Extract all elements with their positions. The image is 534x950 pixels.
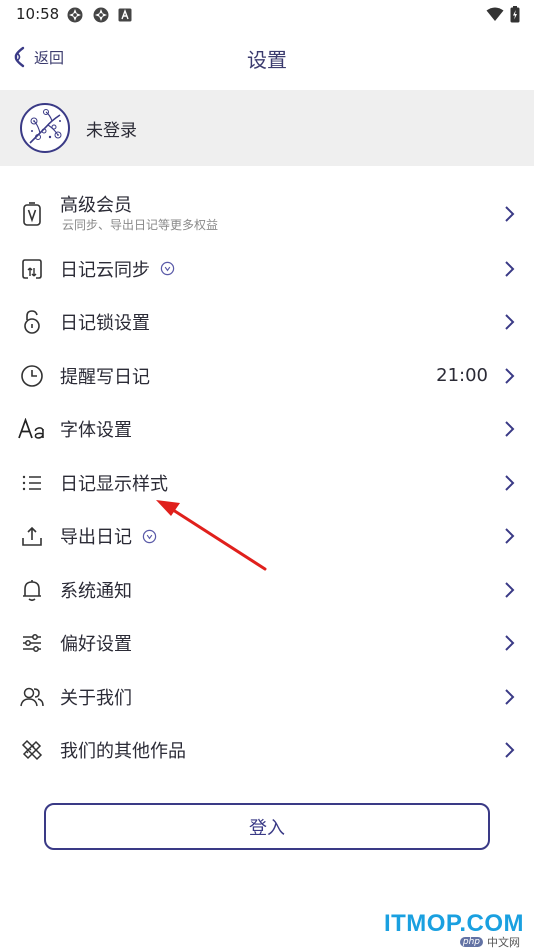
settings-item-cloud-sync[interactable]: 日记云同步 xyxy=(0,242,534,296)
settings-item-label: 关于我们 xyxy=(60,687,132,709)
sync-app-icon xyxy=(67,7,83,23)
settings-item-text: 导出日记 xyxy=(60,523,157,549)
clock-icon xyxy=(18,362,46,390)
page-title: 设置 xyxy=(247,48,287,72)
list-style-icon xyxy=(18,469,46,497)
back-icon xyxy=(14,46,25,68)
settings-item-label: 日记显示样式 xyxy=(60,473,168,495)
watermark-sub: php 中文网 xyxy=(459,934,520,950)
chevron-right-icon xyxy=(505,205,515,222)
settings-item-reminder[interactable]: 提醒写日记 21:00 xyxy=(0,349,534,403)
account-name: 未登录 xyxy=(86,120,137,141)
chevron-right-icon xyxy=(505,742,515,758)
nav-bar: 返回 设置 xyxy=(0,38,534,78)
chevron-right-icon xyxy=(505,368,515,384)
chevron-right-icon xyxy=(505,314,515,330)
settings-item-label: 导出日记 xyxy=(60,527,132,549)
sync-app-icon xyxy=(93,7,109,23)
chevron-right-icon xyxy=(505,582,515,598)
back-label: 返回 xyxy=(34,48,65,67)
plum-blossom-icon xyxy=(29,109,62,144)
settings-item-label: 提醒写日记 xyxy=(60,366,150,388)
chevron-right-icon xyxy=(505,635,515,651)
battery-icon xyxy=(510,6,520,23)
bell-icon xyxy=(18,576,46,604)
chevron-right-icon xyxy=(505,475,515,491)
vip-card-icon xyxy=(18,200,46,228)
settings-item-label: 日记锁设置 xyxy=(60,313,150,335)
settings-item-font[interactable]: 字体设置 xyxy=(0,403,534,457)
watermark-sub-text: 中文网 xyxy=(487,936,520,949)
login-button[interactable]: 登入 xyxy=(44,803,490,850)
font-app-icon xyxy=(118,8,132,22)
settings-item-text: 日记云同步 xyxy=(60,256,175,282)
settings-item-text: 日记锁设置 xyxy=(60,309,150,335)
status-notifications xyxy=(66,6,132,24)
cloud-sync-icon xyxy=(18,255,46,283)
works-icon xyxy=(18,736,46,764)
status-bar: 10:58 xyxy=(0,0,534,30)
lock-icon xyxy=(18,308,46,336)
status-time: 10:58 xyxy=(16,5,60,23)
settings-item-label: 字体设置 xyxy=(60,420,132,442)
chevron-right-icon xyxy=(505,261,515,277)
settings-item-text: 偏好设置 xyxy=(60,630,132,656)
vip-coin-icon xyxy=(160,262,175,276)
settings-item-text: 我们的其他作品 xyxy=(60,737,186,763)
settings-item-display-style[interactable]: 日记显示样式 xyxy=(0,456,534,510)
settings-item-label: 系统通知 xyxy=(60,580,132,602)
settings-item-text: 系统通知 xyxy=(60,577,132,603)
chevron-right-icon xyxy=(505,528,515,544)
settings-item-label: 高级会员 xyxy=(60,195,132,216)
export-icon xyxy=(18,522,46,550)
sliders-icon xyxy=(18,629,46,657)
settings-item-text: 提醒写日记 xyxy=(60,363,150,389)
settings-item-text: 字体设置 xyxy=(60,416,132,442)
chevron-right-icon xyxy=(505,421,515,437)
settings-item-lock[interactable]: 日记锁设置 xyxy=(0,296,534,350)
chevron-right-icon xyxy=(505,689,515,705)
settings-item-text: 日记显示样式 xyxy=(60,470,168,496)
settings-item-export[interactable]: 导出日记 xyxy=(0,510,534,564)
font-aa-icon xyxy=(18,415,46,443)
avatar xyxy=(20,103,70,153)
settings-item-label: 偏好设置 xyxy=(60,634,132,656)
status-system-icons xyxy=(486,6,520,23)
settings-item-text: 关于我们 xyxy=(60,684,132,710)
reminder-time-value: 21:00 xyxy=(436,365,488,387)
settings-item-preferences[interactable]: 偏好设置 xyxy=(0,617,534,671)
account-card[interactable]: 未登录 xyxy=(0,90,534,166)
settings-item-text: 高级会员 xyxy=(60,191,132,217)
settings-item-label: 我们的其他作品 xyxy=(60,741,186,763)
wifi-icon xyxy=(486,7,504,21)
back-button[interactable]: 返回 xyxy=(12,46,64,68)
settings-item-other-works[interactable]: 我们的其他作品 xyxy=(0,724,534,778)
people-icon xyxy=(18,683,46,711)
watermark-php-badge: php xyxy=(459,937,483,947)
settings-item-label: 日记云同步 xyxy=(60,259,150,281)
settings-list: 高级会员 云同步、导出日记等更多权益 日记云同步 日记锁设置 提醒写日记 21:… xyxy=(0,185,534,777)
settings-item-vip[interactable]: 高级会员 云同步、导出日记等更多权益 xyxy=(0,185,534,242)
settings-item-subtitle: 云同步、导出日记等更多权益 xyxy=(62,218,219,232)
vip-coin-icon xyxy=(142,529,157,543)
settings-item-about[interactable]: 关于我们 xyxy=(0,670,534,724)
settings-item-notifications[interactable]: 系统通知 xyxy=(0,563,534,617)
